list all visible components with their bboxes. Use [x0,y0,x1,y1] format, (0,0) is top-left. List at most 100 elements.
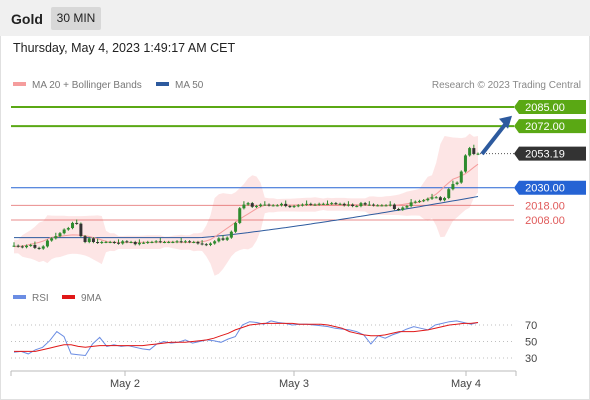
candle-body [288,206,292,208]
level-label-5: 2008.00 [525,215,565,227]
candle-body [305,203,309,205]
candle-body [150,242,154,244]
candle-body [334,203,338,205]
candle-body [20,246,24,248]
candle-body [58,233,62,237]
candle-body [192,242,196,244]
candle-body [397,208,401,210]
candle-body [196,242,200,244]
candle-body [384,205,388,207]
candle-body [25,245,29,248]
candle-body [188,241,192,243]
rsi-series-1 [14,322,479,352]
candle-body [250,203,254,207]
candle-body [455,182,459,185]
candle-body [37,247,41,249]
candle-body [280,203,284,206]
candle-body [142,242,146,244]
candle-body [75,222,79,224]
candle-body [133,242,137,245]
candle-body [326,203,330,205]
candle-body [309,203,313,205]
level-label-2: 2053.19 [514,146,586,161]
candle-body [71,222,75,229]
candle-body [426,198,430,201]
candle-body [217,238,221,242]
candle-body [225,237,229,240]
candle-body [405,206,409,208]
candle-body [121,241,125,244]
candle-body [313,204,317,206]
candle-body [296,205,300,207]
x-tick-label-0: May 2 [110,378,140,390]
candle-body [96,242,100,244]
candle-body [275,205,279,207]
candle-body [401,207,405,210]
candle-body [351,204,355,207]
candle-body [158,241,162,243]
x-tick-label-1: May 3 [279,378,309,390]
candle-body [292,206,296,208]
candle-body [221,238,225,240]
candle-body [451,184,455,190]
level-text-4: 2018.00 [525,200,565,212]
bollinger-band [14,133,478,276]
candle-body [146,242,150,244]
candle-body [204,244,208,246]
candle-body [229,231,233,238]
candle-body [359,203,363,207]
candle-body [171,242,175,244]
candle-body [16,245,20,247]
candle-body [83,236,87,243]
candle-body [41,246,45,249]
candle-body [162,242,166,244]
candle-body [443,197,447,201]
level-label-1: 2072.00 [514,119,586,134]
level-text-0: 2085.00 [525,102,565,114]
candle-body [54,236,58,239]
level-label-4: 2018.00 [525,200,565,212]
candle-body [167,242,171,244]
candle-body [154,241,158,243]
candle-body [183,241,187,243]
x-tick-label-2: May 4 [451,378,481,390]
rsi-tick-2: 30 [525,353,537,365]
candle-body [62,229,66,234]
candle-body [338,203,342,205]
candle-body [104,242,108,244]
candle-body [413,201,417,203]
candle-body [392,204,396,209]
candle-body [259,204,263,207]
candle-body [468,148,472,156]
candle-body [246,203,250,205]
candle-body [33,244,37,248]
candle-body [29,244,33,246]
candle-body [238,208,242,223]
candle-body [213,241,217,244]
candle-body [330,203,334,205]
candle-body [66,228,70,230]
candle-body [108,242,112,244]
level-label-0: 2085.00 [514,100,586,114]
candle-body [254,206,258,208]
candle-body [284,203,288,207]
level-text-2: 2053.19 [525,149,565,161]
candle-body [409,202,413,207]
candle-body [438,197,442,201]
candle-body [129,242,133,244]
candle-body [434,197,438,199]
candle-body [476,153,480,155]
candle-body [342,203,346,206]
candle-body [271,205,275,207]
candle-body [112,242,116,244]
candle-body [321,203,325,205]
candle-body [87,238,91,243]
candle-body [200,243,204,245]
candle-body [125,241,129,243]
rsi-tick-0: 70 [525,320,537,332]
candle-body [179,241,183,243]
level-text-3: 2030.00 [525,183,565,195]
candle-body [137,242,141,245]
candle-body [100,242,104,244]
candle-body [91,238,95,243]
